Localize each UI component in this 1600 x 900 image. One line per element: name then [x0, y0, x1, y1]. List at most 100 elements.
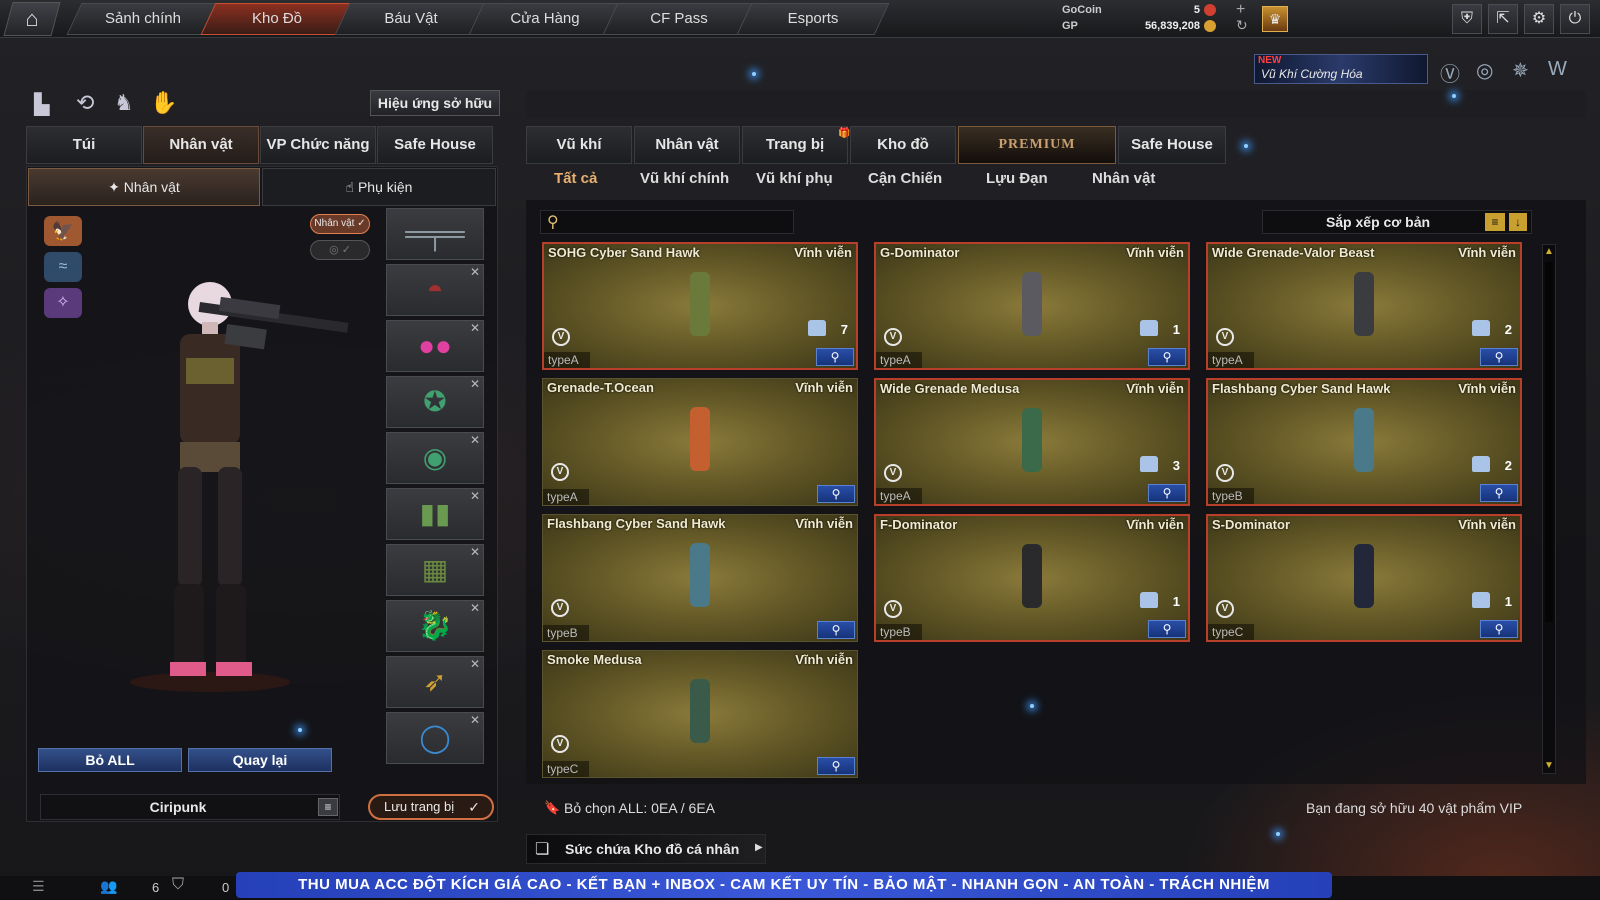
nav-tab-inventory[interactable]: Kho Đồ — [200, 3, 354, 35]
subtab-characters[interactable]: Nhân vật — [1092, 170, 1155, 192]
item-card-s-dominator[interactable]: S-Dominator Vĩnh viễn VtypeC ⚲ 1 — [1206, 514, 1522, 642]
sort-dropdown[interactable]: Sắp xếp cơ bản ≡ ↓ — [1262, 210, 1532, 234]
item-type: typeA — [543, 489, 589, 505]
tab-equipment[interactable]: Trang bị — [742, 126, 848, 164]
search-box[interactable]: ⚲ — [540, 210, 794, 234]
remove-all-button[interactable]: Bỏ ALL — [38, 748, 182, 772]
item-card-wide-grenade-medusa[interactable]: Wide Grenade Medusa Vĩnh viễn VtypeA ⚲ 3 — [874, 378, 1190, 506]
list-view-icon[interactable]: ≡ — [1485, 213, 1505, 231]
list-icon[interactable]: ☰ — [32, 878, 45, 895]
hide-toggle-icon[interactable]: ◎ ✓ — [310, 240, 370, 260]
search-input[interactable] — [567, 213, 787, 231]
nav-tab-lobby[interactable]: Sảnh chính — [66, 3, 220, 35]
subtab-all[interactable]: Tất cả — [554, 170, 597, 192]
clan-shield-icon[interactable]: ⛉ — [172, 876, 184, 894]
crosshair-icon[interactable]: ✵ — [1512, 58, 1529, 83]
wing-logo-icon[interactable]: W — [1548, 58, 1567, 81]
slot-primary-weapon[interactable]: ═╤═ — [386, 208, 484, 260]
owned-effects-button[interactable]: Hiệu ứng sở hữu — [370, 90, 500, 116]
podium-icon[interactable]: ▙ — [34, 92, 49, 117]
upgrade-weapon-banner[interactable]: NEW Vũ Khí Cường Hóa — [1254, 54, 1428, 84]
exit-door-icon[interactable]: ⇱ — [1488, 4, 1518, 34]
v-emblem-icon[interactable]: Ⓥ — [1440, 58, 1460, 87]
slot-emblem-a[interactable]: ✕ ✪ — [386, 376, 484, 428]
friends-icon[interactable]: 👥 — [100, 878, 117, 895]
gear-icon[interactable]: ⚙ — [1524, 4, 1554, 34]
nav-tab-treasure[interactable]: Báu Vật — [334, 3, 488, 35]
tab-premium[interactable]: PREMIUM — [958, 126, 1116, 164]
slot-grenades[interactable]: ✕ ▮▮ — [386, 488, 484, 540]
nav-tab-shop[interactable]: Cửa Hàng — [468, 3, 622, 35]
tab-character[interactable]: Nhân vật — [143, 126, 259, 164]
refresh-icon[interactable]: ↻ — [1236, 17, 1248, 34]
item-count: 2 — [1504, 322, 1512, 337]
item-card-sohg-cyber-sand-hawk[interactable]: SOHG Cyber Sand Hawk Vĩnh viễn VtypeA ⚲ 7 — [542, 242, 858, 370]
back-button[interactable]: Quay lại — [188, 748, 332, 772]
faction-wings-icon[interactable]: ≈ — [44, 252, 82, 282]
inspect-button[interactable]: ⚲ — [817, 621, 855, 639]
item-card-flashbang-cyber-sand-hawk-b[interactable]: Flashbang Cyber Sand Hawk Vĩnh viễn VtypeB… — [542, 514, 858, 642]
inspect-button[interactable]: ⚲ — [817, 757, 855, 775]
tab-function-items[interactable]: VP Chức năng — [260, 126, 376, 164]
subtab-secondary[interactable]: Vũ khí phụ — [756, 170, 833, 192]
history-icon[interactable]: ⟲ — [76, 90, 94, 116]
tab-characters[interactable]: Nhân vật — [634, 126, 740, 164]
item-card-flashbang-cyber-sand-hawk-a[interactable]: Flashbang Cyber Sand Hawk Vĩnh viễn VtypeB… — [1206, 378, 1522, 506]
item-duration: Vĩnh viễn — [1126, 245, 1184, 260]
character-pose-icon[interactable]: ♞ — [114, 90, 134, 116]
item-card-f-dominator[interactable]: F-Dominator Vĩnh viễn VtypeB ⚲ 1 — [874, 514, 1190, 642]
item-card-g-dominator[interactable]: G-Dominator Vĩnh viễn VtypeA ⚲ 1 — [874, 242, 1190, 370]
item-card-grenade-t-ocean[interactable]: Grenade-T.Ocean Vĩnh viễn VtypeA ⚲ — [542, 378, 858, 506]
scroll-thumb[interactable] — [1545, 262, 1553, 622]
faction-eagle-icon[interactable]: 🦅 — [44, 216, 82, 246]
gp-value: 56,839,208 — [1144, 20, 1200, 32]
bookmark-icon[interactable]: 🔖 — [544, 800, 560, 816]
sort-desc-icon[interactable]: ↓ — [1509, 213, 1527, 231]
nav-tab-cf-pass[interactable]: CF Pass — [602, 3, 756, 35]
tab-weapons[interactable]: Vũ khí — [526, 126, 632, 164]
nav-tab-esports[interactable]: Esports — [736, 3, 890, 35]
slot-hat[interactable]: ✕ ◓ — [386, 264, 484, 316]
subtab-accessory[interactable]: ☝ Phụ kiện — [262, 168, 496, 206]
save-equipment-button[interactable]: Lưu trang bị ✓ — [368, 794, 494, 820]
shield-icon[interactable]: ⛨ — [1452, 4, 1482, 34]
globe-icon[interactable]: ◎ — [1476, 58, 1493, 83]
home-button[interactable]: ⌂ — [3, 2, 61, 36]
subtab-primary[interactable]: Vũ khí chính — [640, 170, 729, 192]
character-badge[interactable]: Nhân vật ✓ — [310, 214, 370, 234]
subtab-character[interactable]: ✦ Nhân vật — [28, 168, 260, 206]
item-card-smoke-medusa[interactable]: Smoke Medusa Vĩnh viễn VtypeC ⚲ — [542, 650, 858, 778]
grenade-pair-icon: ▮▮ — [419, 498, 451, 529]
slot-emblem-b[interactable]: ✕ ◉ — [386, 432, 484, 484]
subtab-melee[interactable]: Cận Chiến — [868, 170, 942, 192]
scroll-down-icon[interactable]: ▼ — [1544, 760, 1554, 771]
tab-safe-house-left[interactable]: Safe House — [377, 126, 493, 164]
item-card-wide-grenade-valor-beast[interactable]: Wide Grenade-Valor Beast Vĩnh viễn VtypeA ⚲… — [1206, 242, 1522, 370]
power-icon[interactable]: ⏻ — [1560, 4, 1590, 34]
gp-coin-icon — [1204, 20, 1216, 32]
slot-dragon[interactable]: ✕ 🐉 — [386, 600, 484, 652]
inspect-button[interactable]: ⚲ — [1148, 620, 1186, 638]
tab-safe-house-right[interactable]: Safe House — [1118, 126, 1226, 164]
menu-icon[interactable]: ≡ — [318, 798, 338, 816]
deselect-all-text[interactable]: Bỏ chọn ALL: 0EA / 6EA — [564, 800, 715, 816]
tab-bag[interactable]: Túi — [26, 126, 142, 164]
slot-vest[interactable]: ✕ ▦ — [386, 544, 484, 596]
capacity-bar[interactable]: ❏ Sức chứa Kho đồ cá nhân ▶ — [526, 834, 766, 864]
subtab-grenade[interactable]: Lựu Đạn — [986, 170, 1048, 192]
inspect-button[interactable]: ⚲ — [1148, 348, 1186, 366]
slot-goggles[interactable]: ✕ ●● — [386, 320, 484, 372]
slot-golden-item[interactable]: ✕ ➶ — [386, 656, 484, 708]
tab-storage[interactable]: Kho đồ — [850, 126, 956, 164]
faction-bird-icon[interactable]: ✧ — [44, 288, 82, 318]
glove-icon[interactable]: ✋ — [150, 90, 177, 116]
inspect-button[interactable]: ⚲ — [1148, 484, 1186, 502]
inspect-button[interactable]: ⚲ — [1480, 348, 1518, 366]
inspect-button[interactable]: ⚲ — [816, 348, 854, 366]
inspect-button[interactable]: ⚲ — [1480, 620, 1518, 638]
rank-badge-icon[interactable]: ♛ — [1262, 6, 1288, 32]
slot-ring[interactable]: ✕ ◯ — [386, 712, 484, 764]
inspect-button[interactable]: ⚲ — [817, 485, 855, 503]
scroll-up-icon[interactable]: ▲ — [1544, 246, 1554, 257]
inspect-button[interactable]: ⚲ — [1480, 484, 1518, 502]
